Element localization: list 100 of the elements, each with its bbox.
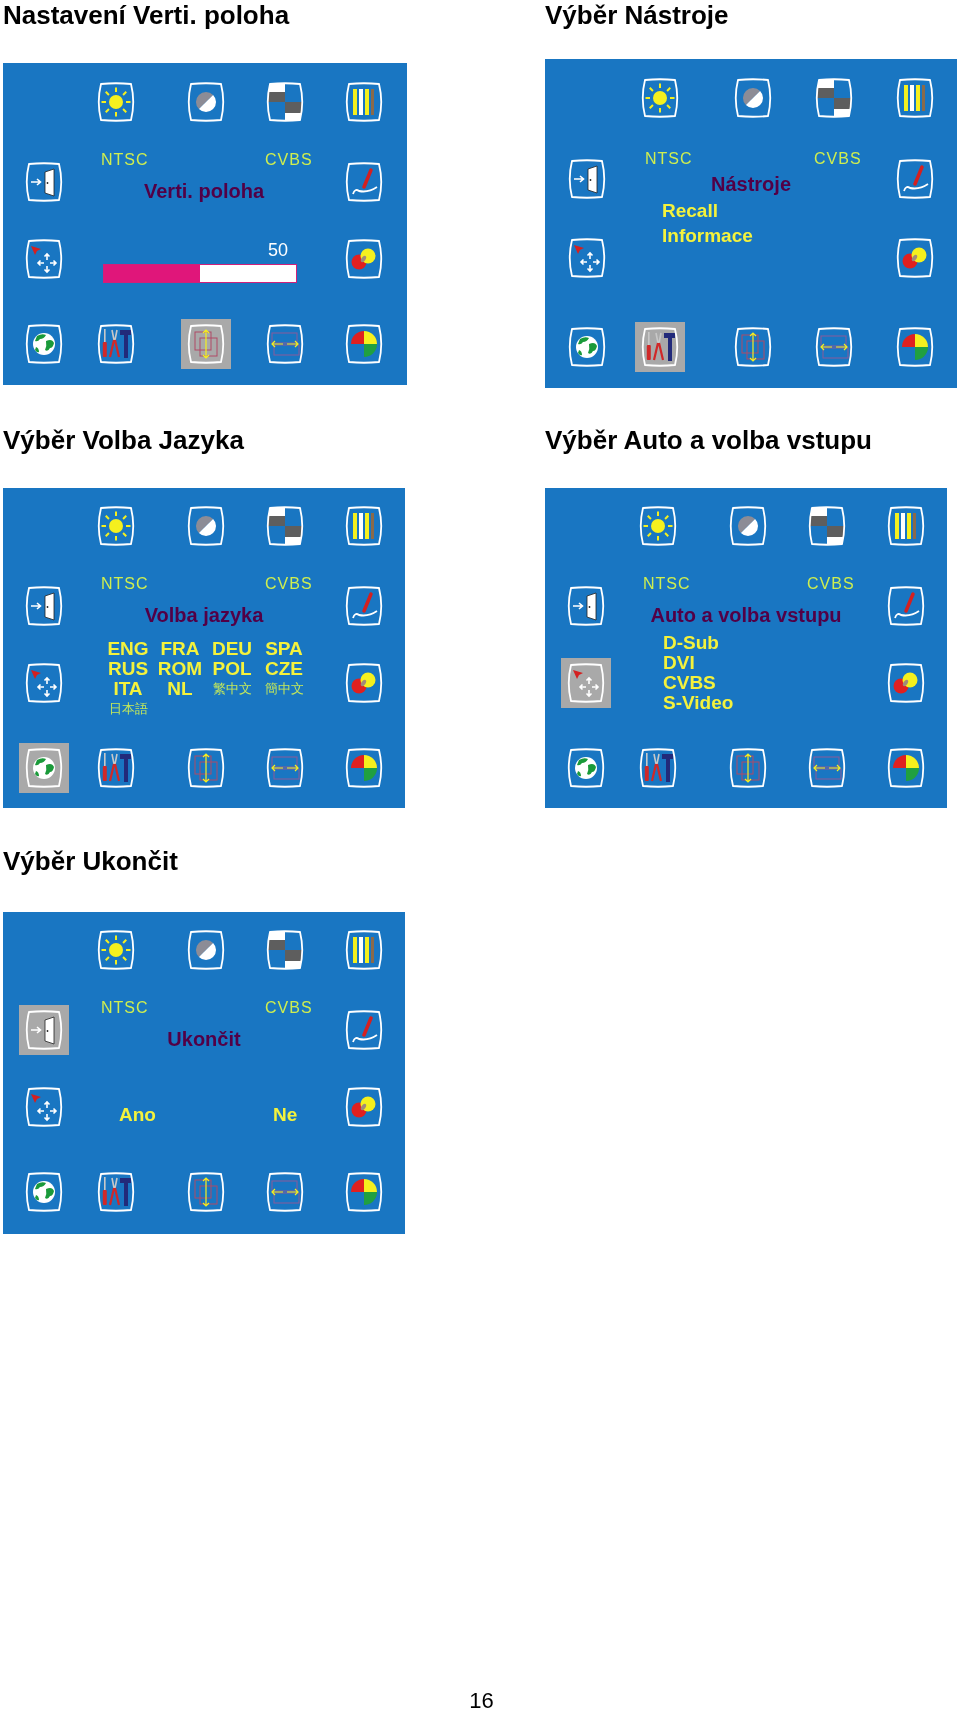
language-option[interactable]: FRA <box>160 639 200 659</box>
globe-icon[interactable] <box>566 748 606 788</box>
stripes-icon[interactable] <box>344 82 384 122</box>
vertical-arrow-icon[interactable] <box>728 748 768 788</box>
checker-icon[interactable] <box>814 78 854 118</box>
language-option[interactable]: ITA <box>113 679 143 699</box>
pie-icon[interactable] <box>344 324 384 364</box>
input-option[interactable]: DVI <box>663 653 695 673</box>
checker-icon[interactable] <box>807 506 847 546</box>
input-option[interactable]: D-Sub <box>663 633 719 653</box>
language-option[interactable]: SPA <box>265 639 303 659</box>
circles-icon[interactable] <box>344 1087 384 1127</box>
answer-option[interactable]: Ne <box>273 1105 298 1125</box>
section-heading: Výběr Ukončit <box>3 846 178 876</box>
globe-icon[interactable] <box>567 327 607 367</box>
door-icon[interactable] <box>19 1005 69 1055</box>
language-option[interactable]: ROM <box>157 659 203 679</box>
pie-icon[interactable] <box>344 1172 384 1212</box>
circles-icon[interactable] <box>344 663 384 703</box>
signal-standard-label: NTSC <box>101 999 149 1017</box>
language-option[interactable]: DEU <box>211 639 253 659</box>
language-option[interactable]: CZE <box>265 659 303 679</box>
horizontal-arrow-icon[interactable] <box>807 748 847 788</box>
input-source-label: CVBS <box>814 150 862 168</box>
section-heading: Výběr Auto a volba vstupu <box>545 425 872 455</box>
horizontal-arrow-icon[interactable] <box>265 324 305 364</box>
horizontal-arrow-icon[interactable] <box>265 748 305 788</box>
half-circle-icon[interactable] <box>186 930 226 970</box>
globe-icon[interactable] <box>19 743 69 793</box>
menu-title: Auto a volba vstupu <box>650 603 842 627</box>
input-option[interactable]: CVBS <box>663 673 716 693</box>
input-source-label: CVBS <box>265 999 313 1017</box>
globe-icon[interactable] <box>24 324 64 364</box>
sun-icon[interactable] <box>640 78 680 118</box>
page-number: 16 <box>469 1691 494 1711</box>
language-option[interactable]: 繁中文 <box>212 679 252 699</box>
vertical-arrow-icon[interactable] <box>186 1172 226 1212</box>
menu-item[interactable]: Informace <box>662 223 753 248</box>
sun-icon[interactable] <box>96 506 136 546</box>
sun-icon[interactable] <box>96 930 136 970</box>
stripes-icon[interactable] <box>344 506 384 546</box>
pie-icon[interactable] <box>895 327 935 367</box>
language-option[interactable]: NL <box>167 679 193 699</box>
sun-icon[interactable] <box>96 82 136 122</box>
menu-title: Ukončit <box>167 1027 241 1051</box>
sun-icon[interactable] <box>638 506 678 546</box>
input-source-label: CVBS <box>265 151 313 169</box>
checker-icon[interactable] <box>265 82 305 122</box>
circles-icon[interactable] <box>344 239 384 279</box>
door-icon[interactable] <box>24 162 64 202</box>
half-circle-icon[interactable] <box>733 78 773 118</box>
signal-standard-label: NTSC <box>643 575 691 593</box>
move-arrows-icon[interactable] <box>24 663 64 703</box>
input-option[interactable]: S-Video <box>663 693 734 713</box>
checker-icon[interactable] <box>265 506 305 546</box>
pen-icon[interactable] <box>344 162 384 202</box>
move-arrows-icon[interactable] <box>567 238 607 278</box>
pie-icon[interactable] <box>886 748 926 788</box>
menu-title: Nástroje <box>711 172 791 196</box>
menu-title: Verti. poloha <box>144 179 264 203</box>
half-circle-icon[interactable] <box>186 506 226 546</box>
circles-icon[interactable] <box>886 663 926 703</box>
menu-item[interactable]: Recall <box>662 198 718 223</box>
tools-icon[interactable] <box>638 748 678 788</box>
stripes-icon[interactable] <box>895 78 935 118</box>
horizontal-arrow-icon[interactable] <box>814 327 854 367</box>
language-option[interactable]: RUS <box>107 659 149 679</box>
horizontal-arrow-icon[interactable] <box>265 1172 305 1212</box>
language-option[interactable]: 簡中文 <box>264 679 304 699</box>
tools-icon[interactable] <box>96 324 136 364</box>
move-arrows-icon[interactable] <box>24 239 64 279</box>
slider-value: 50 <box>267 240 288 260</box>
vertical-arrow-icon[interactable] <box>733 327 773 367</box>
answer-option[interactable]: Ano <box>119 1105 156 1125</box>
vertical-arrow-icon[interactable] <box>186 748 226 788</box>
door-icon[interactable] <box>567 159 607 199</box>
half-circle-icon[interactable] <box>186 82 226 122</box>
tools-icon[interactable] <box>96 1172 136 1212</box>
input-source-label: CVBS <box>807 575 855 593</box>
pen-icon[interactable] <box>344 1010 384 1050</box>
pen-icon[interactable] <box>886 586 926 626</box>
language-option[interactable]: ENG <box>107 639 149 659</box>
door-icon[interactable] <box>24 586 64 626</box>
globe-icon[interactable] <box>24 1172 64 1212</box>
language-option[interactable]: POL <box>212 659 252 679</box>
stripes-icon[interactable] <box>886 506 926 546</box>
door-icon[interactable] <box>566 586 606 626</box>
move-arrows-icon[interactable] <box>24 1087 64 1127</box>
tools-icon[interactable] <box>635 322 685 372</box>
half-circle-icon[interactable] <box>728 506 768 546</box>
stripes-icon[interactable] <box>344 930 384 970</box>
checker-icon[interactable] <box>265 930 305 970</box>
tools-icon[interactable] <box>96 748 136 788</box>
pen-icon[interactable] <box>895 159 935 199</box>
signal-standard-label: NTSC <box>101 151 149 169</box>
circles-icon[interactable] <box>895 238 935 278</box>
slider-track[interactable] <box>103 264 297 283</box>
language-option[interactable]: 日本語 <box>108 699 148 719</box>
pie-icon[interactable] <box>344 748 384 788</box>
pen-icon[interactable] <box>344 586 384 626</box>
